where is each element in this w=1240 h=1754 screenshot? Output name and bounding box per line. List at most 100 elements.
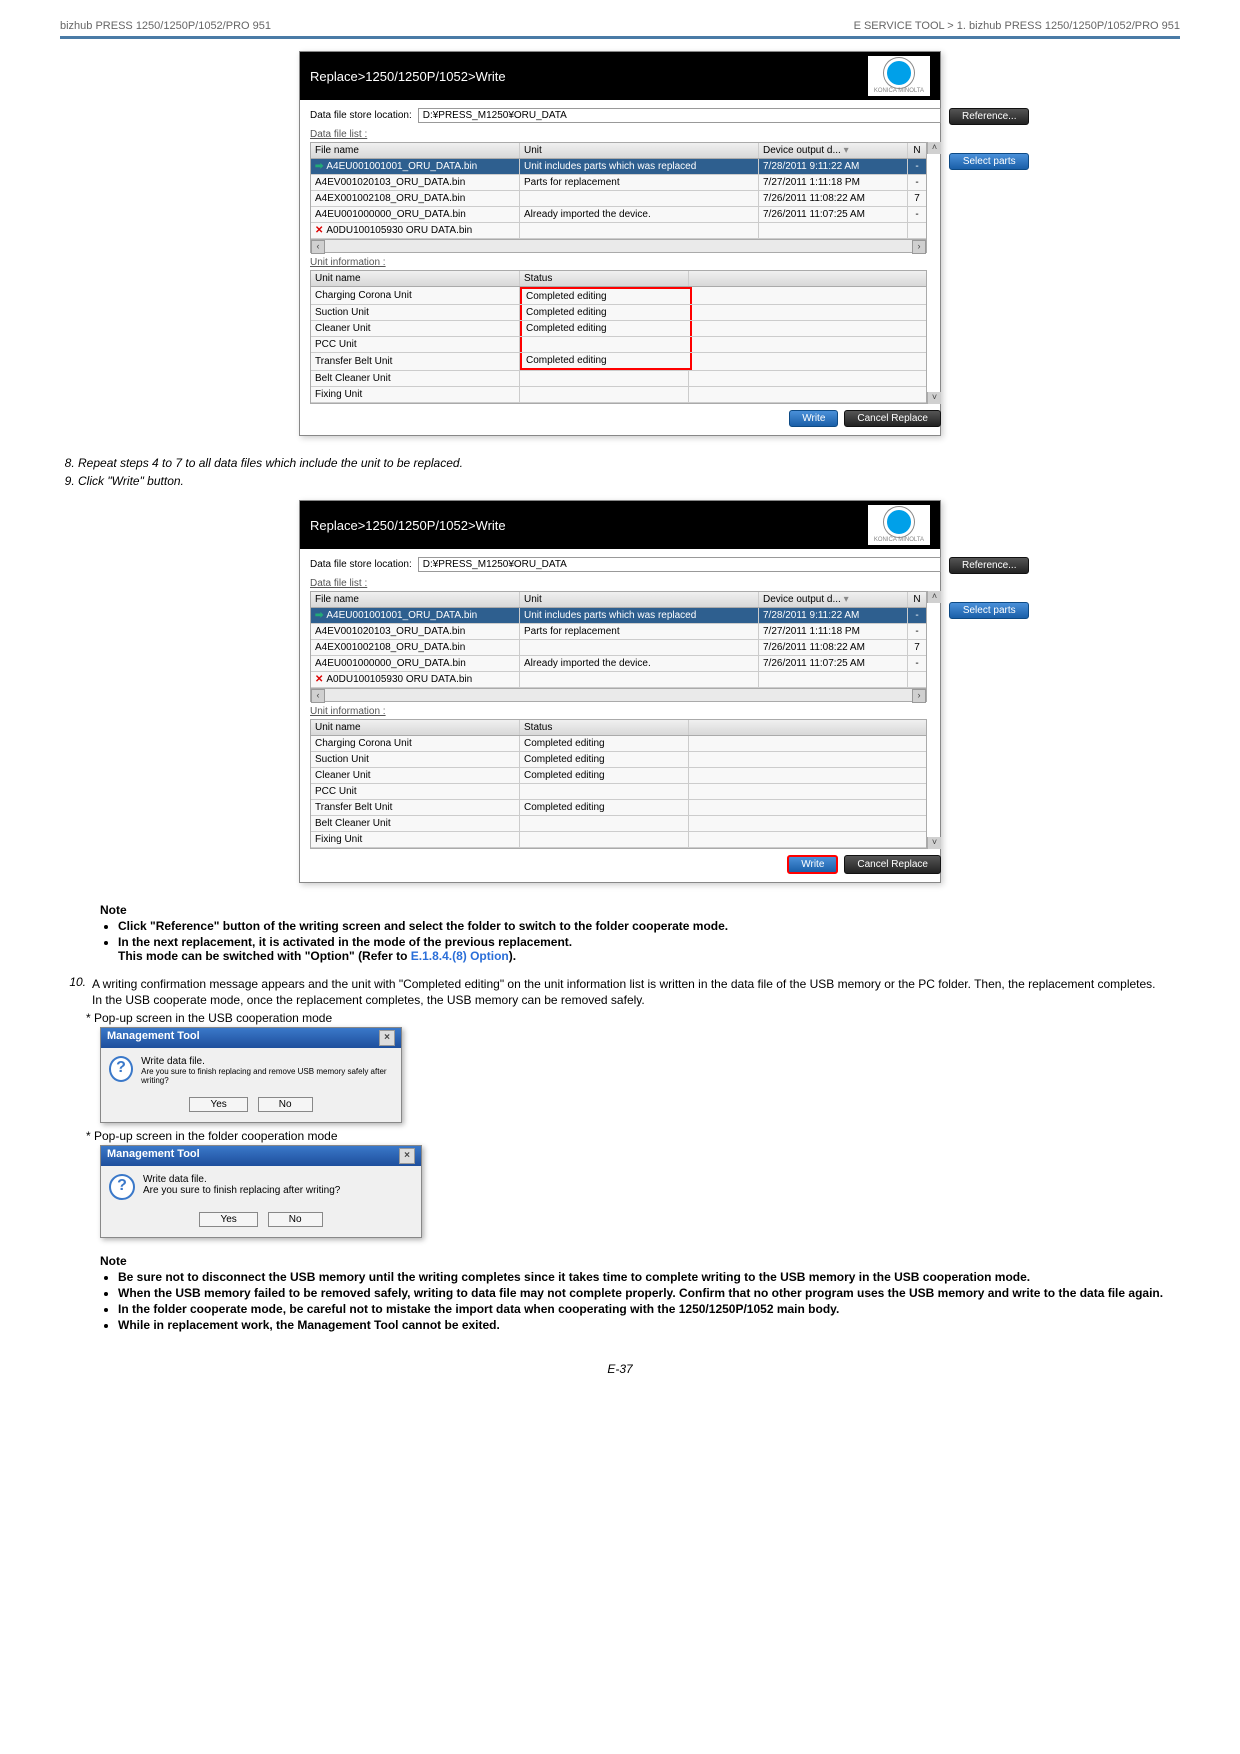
popup-usb-label: * Pop-up screen in the USB cooperation m… (86, 1011, 1180, 1025)
note-title: Note (100, 1254, 1180, 1268)
col-n[interactable]: N (908, 143, 926, 158)
scroll-down-icon[interactable]: ˅ (927, 837, 941, 849)
dialog-msg-2: Are you sure to finish replacing and rem… (141, 1067, 393, 1085)
note-item: In the folder cooperate mode, be careful… (118, 1302, 1180, 1316)
store-location-input[interactable] (418, 108, 941, 123)
arrow-icon: ➡ (315, 161, 323, 172)
data-file-list-label: Data file list : (310, 129, 941, 140)
table-row[interactable]: Fixing Unit (311, 832, 926, 848)
table-row[interactable]: A4EU001000000_ORU_DATA.bin Already impor… (311, 656, 926, 672)
table-row[interactable]: Transfer Belt Unit Completed editing (311, 353, 926, 371)
store-location-input[interactable] (418, 557, 941, 572)
no-button[interactable]: No (268, 1212, 323, 1227)
close-icon[interactable]: × (399, 1148, 415, 1164)
app-window-2: Replace>1250/1250P/1052>Write KONICA MIN… (299, 500, 941, 883)
unit-info-label: Unit information : (310, 706, 927, 717)
write-button[interactable]: Write (789, 410, 838, 427)
select-parts-button[interactable]: Select parts (949, 602, 1029, 619)
col-unit[interactable]: Unit (520, 592, 759, 607)
table-row[interactable]: Suction Unit Completed editing (311, 305, 926, 321)
table-row[interactable]: A4EU001000000_ORU_DATA.bin Already impor… (311, 207, 926, 223)
scroll-down-icon[interactable]: ˅ (927, 392, 941, 404)
note-title: Note (100, 903, 1180, 917)
step-10: A writing confirmation message appears a… (92, 977, 1180, 991)
scroll-up-icon[interactable]: ˄ (927, 591, 941, 603)
table-row[interactable]: Fixing Unit (311, 387, 926, 403)
table-row[interactable]: Belt Cleaner Unit (311, 371, 926, 387)
reference-button[interactable]: Reference... (949, 557, 1029, 574)
table-row[interactable]: Charging Corona UnitCompleted editing (311, 736, 926, 752)
write-button[interactable]: Write (787, 855, 838, 874)
app-title: Replace>1250/1250P/1052>Write (310, 518, 506, 533)
popup-folder-label: * Pop-up screen in the folder cooperatio… (86, 1129, 1180, 1143)
note-item: When the USB memory failed to be removed… (118, 1286, 1180, 1300)
table-row[interactable]: Transfer Belt UnitCompleted editing (311, 800, 926, 816)
table-row[interactable]: A4EV001020103_ORU_DATA.bin Parts for rep… (311, 624, 926, 640)
table-row[interactable]: A4EX001002108_ORU_DATA.bin 7/26/2011 11:… (311, 640, 926, 656)
table-row[interactable]: A4EX001002108_ORU_DATA.bin 7/26/2011 11:… (311, 191, 926, 207)
app-title: Replace>1250/1250P/1052>Write (310, 69, 506, 84)
col-unit[interactable]: Unit (520, 143, 759, 158)
dialog-title: Management Tool (107, 1148, 200, 1164)
note-item: Click "Reference" button of the writing … (118, 919, 1180, 933)
table-row[interactable]: Charging Corona Unit Completed editing (311, 287, 926, 305)
cancel-replace-button[interactable]: Cancel Replace (844, 410, 941, 427)
table-row[interactable]: ✕ A0DU100105930 ORU DATA.bin (311, 223, 926, 239)
no-button[interactable]: No (258, 1097, 313, 1112)
table-row[interactable]: A4EV001020103_ORU_DATA.bin Parts for rep… (311, 175, 926, 191)
table-row[interactable]: Cleaner UnitCompleted editing (311, 768, 926, 784)
dialog-title: Management Tool (107, 1030, 200, 1046)
col-file[interactable]: File name (311, 143, 520, 158)
yes-button[interactable]: Yes (189, 1097, 247, 1112)
scroll-right-icon[interactable]: › (912, 240, 926, 254)
dialog-msg-2: Are you sure to finish replacing after w… (143, 1185, 340, 1196)
scroll-right-icon[interactable]: › (912, 689, 926, 703)
table-row[interactable]: PCC Unit (311, 784, 926, 800)
col-file[interactable]: File name (311, 592, 520, 607)
table-row[interactable]: ✕ A0DU100105930 ORU DATA.bin (311, 672, 926, 688)
close-icon[interactable]: × (379, 1030, 395, 1046)
col-output[interactable]: Device output d... ▾ (759, 143, 908, 158)
yes-button[interactable]: Yes (199, 1212, 257, 1227)
cancel-replace-button[interactable]: Cancel Replace (844, 855, 941, 874)
dialog-msg-1: Write data file. (143, 1174, 340, 1185)
scroll-left-icon[interactable]: ‹ (311, 689, 325, 703)
brand-name: KONICA MINOLTA (874, 88, 924, 94)
note-item: Be sure not to disconnect the USB memory… (118, 1270, 1180, 1284)
step-9: Click "Write" button. (78, 474, 1180, 488)
brand-logo-icon (884, 507, 914, 537)
error-icon: ✕ (315, 674, 323, 685)
table-row[interactable]: PCC Unit (311, 337, 926, 353)
scroll-left-icon[interactable]: ‹ (311, 240, 325, 254)
note-item: In the next replacement, it is activated… (118, 935, 1180, 963)
table-row[interactable]: Suction UnitCompleted editing (311, 752, 926, 768)
header-left: bizhub PRESS 1250/1250P/1052/PRO 951 (60, 20, 271, 32)
step-8: Repeat steps 4 to 7 to all data files wh… (78, 456, 1180, 470)
step-10b: In the USB cooperate mode, once the repl… (92, 993, 1180, 1007)
select-parts-button[interactable]: Select parts (949, 153, 1029, 170)
option-link[interactable]: E.1.8.4.(8) Option (411, 949, 509, 963)
brand-logo-icon (884, 58, 914, 88)
dialog-msg-1: Write data file. (141, 1056, 393, 1067)
unit-col-status[interactable]: Status (520, 271, 689, 286)
table-row[interactable]: Cleaner Unit Completed editing (311, 321, 926, 337)
unit-col-status[interactable]: Status (520, 720, 689, 735)
error-icon: ✕ (315, 225, 323, 236)
col-n[interactable]: N (908, 592, 926, 607)
arrow-icon: ➡ (315, 610, 323, 621)
question-icon: ? (109, 1056, 133, 1082)
unit-col-name[interactable]: Unit name (311, 271, 520, 286)
table-row[interactable]: ➡A4EU001001001_ORU_DATA.bin Unit include… (311, 608, 926, 624)
brand-name: KONICA MINOLTA (874, 537, 924, 543)
unit-info-label: Unit information : (310, 257, 927, 268)
table-row[interactable]: ➡A4EU001001001_ORU_DATA.bin Unit include… (311, 159, 926, 175)
reference-button[interactable]: Reference... (949, 108, 1029, 125)
header-right: E SERVICE TOOL > 1. bizhub PRESS 1250/12… (854, 20, 1180, 32)
app-window-1: Replace>1250/1250P/1052>Write KONICA MIN… (299, 51, 941, 436)
unit-col-name[interactable]: Unit name (311, 720, 520, 735)
col-output[interactable]: Device output d... ▾ (759, 592, 908, 607)
store-label: Data file store location: (310, 110, 412, 121)
note-item: While in replacement work, the Managemen… (118, 1318, 1180, 1332)
scroll-up-icon[interactable]: ˄ (927, 142, 941, 154)
table-row[interactable]: Belt Cleaner Unit (311, 816, 926, 832)
